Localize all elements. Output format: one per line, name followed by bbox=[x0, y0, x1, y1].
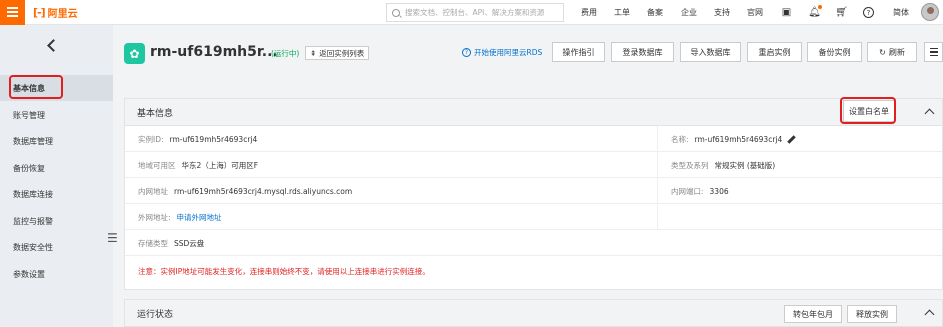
instance-id-label: 实例ID: bbox=[138, 134, 164, 144]
sidebar-item-params[interactable]: 参数设置 bbox=[0, 261, 113, 287]
search-placeholder: 搜索文档、控制台、API、解决方案和资源 bbox=[405, 8, 545, 17]
release-instance-button[interactable]: 释放实例 bbox=[847, 305, 897, 323]
logo-mark: [-] bbox=[33, 5, 46, 19]
convert-subscription-button[interactable]: 转包年包月 bbox=[784, 305, 842, 323]
refresh-button[interactable]: ↻ 刷新 bbox=[867, 42, 917, 62]
back-icon: ⇞ bbox=[310, 48, 317, 58]
internal-address-label: 内网地址 bbox=[138, 186, 168, 196]
sidebar-item-accounts[interactable]: 账号管理 bbox=[0, 102, 113, 128]
highlight-box-whitelist bbox=[840, 97, 896, 124]
back-to-list-label: 返回实例列表 bbox=[319, 48, 365, 58]
collapse-sidebar-icon[interactable]: ☰ bbox=[107, 231, 118, 245]
highlight-box-sidebar bbox=[9, 75, 63, 99]
instance-title: rm-uf619mh5r... bbox=[150, 44, 278, 60]
cart-icon[interactable]: 🛒︎ bbox=[835, 6, 848, 19]
name-value: rm-uf619mh5r4693crj4 bbox=[694, 134, 783, 144]
instance-icon: ✿ bbox=[124, 43, 145, 64]
terminal-icon[interactable]: ▣ bbox=[780, 6, 793, 19]
login-db-button[interactable]: 登录数据库 bbox=[611, 42, 674, 62]
sidebar-item-connection[interactable]: 数据库连接 bbox=[0, 181, 113, 207]
logo-text: 阿里云 bbox=[47, 8, 78, 20]
internal-port-label: 内网端口: bbox=[671, 186, 704, 196]
nav-enterprise[interactable]: 企业 bbox=[681, 0, 697, 25]
back-to-list-button[interactable]: ⇞ 返回实例列表 bbox=[305, 46, 370, 60]
internal-address-value: rm-uf619mh5r4693crj4.mysql.rds.aliyuncs.… bbox=[174, 186, 353, 196]
refresh-label: 刷新 bbox=[888, 47, 905, 57]
region-label: 地域可用区 bbox=[138, 160, 176, 170]
status-badge: (运行中) bbox=[271, 49, 300, 58]
info-row: 外网地址: 申请外网地址 bbox=[125, 204, 942, 230]
notification-dot bbox=[818, 5, 822, 9]
aliyun-logo[interactable]: [-] 阿里云 bbox=[33, 5, 78, 20]
info-row: 地域可用区 华东2（上海）可用区F 类型及系列 常规实例 (基础版) bbox=[125, 152, 942, 178]
top-bar: [-] 阿里云 搜索文档、控制台、API、解决方案和资源 费用 工单 备案 企业… bbox=[0, 0, 943, 25]
region-value: 华东2（上海）可用区F bbox=[181, 160, 259, 170]
refresh-icon: ↻ bbox=[879, 47, 886, 57]
apply-public-address-link[interactable]: 申请外网地址 bbox=[177, 212, 222, 223]
nav-official[interactable]: 官网 bbox=[747, 0, 763, 25]
nav-support[interactable]: 支持 bbox=[714, 0, 730, 25]
internal-port-value: 3306 bbox=[709, 186, 729, 196]
storage-type-value: SSD云盘 bbox=[174, 238, 205, 248]
info-row: 存储类型 SSD云盘 bbox=[125, 230, 942, 256]
help-circle-icon: ? bbox=[462, 48, 471, 57]
rds-guide-label: 开始使用阿里云RDS bbox=[474, 48, 543, 57]
language-switch[interactable]: 简体 bbox=[893, 0, 909, 25]
backup-button[interactable]: 备份实例 bbox=[807, 42, 862, 62]
menu-icon[interactable] bbox=[0, 0, 25, 25]
nav-filing[interactable]: 备案 bbox=[647, 0, 663, 25]
sidebar-item-security[interactable]: 数据安全性 bbox=[0, 234, 113, 260]
guide-button[interactable]: 操作指引 bbox=[552, 42, 605, 62]
info-row: 实例ID: rm-uf619mh5r4693crj4 名称: rm-uf619mh5… bbox=[125, 126, 942, 152]
collapse-chevron-icon[interactable] bbox=[924, 309, 935, 320]
basic-info-title: 基本信息 bbox=[137, 108, 174, 119]
sidebar-item-databases[interactable]: 数据库管理 bbox=[0, 128, 113, 154]
basic-info-panel: 基本信息 实例ID: rm-uf619mh5r4693crj4 名称: rm-uf6… bbox=[124, 98, 943, 290]
type-value: 常规实例 (基础版) bbox=[714, 160, 776, 170]
type-label: 类型及系列 bbox=[671, 160, 709, 170]
rds-guide-link[interactable]: ? 开始使用阿里云RDS bbox=[462, 47, 542, 58]
restart-button[interactable]: 重启实例 bbox=[747, 42, 802, 62]
name-label: 名称: bbox=[671, 134, 689, 144]
storage-type-label: 存储类型 bbox=[138, 238, 168, 248]
edit-pencil-icon[interactable] bbox=[787, 135, 796, 144]
info-row: 内网地址 rm-uf619mh5r4693crj4.mysql.rds.aliyu… bbox=[125, 178, 942, 204]
search-input[interactable]: 搜索文档、控制台、API、解决方案和资源 bbox=[386, 3, 564, 22]
basic-info-header: 基本信息 bbox=[125, 99, 942, 126]
back-arrow-icon[interactable] bbox=[47, 39, 60, 52]
sidebar-item-monitoring[interactable]: 监控与报警 bbox=[0, 208, 113, 234]
nav-fees[interactable]: 费用 bbox=[581, 0, 597, 25]
import-db-button[interactable]: 导入数据库 bbox=[680, 42, 741, 62]
help-icon[interactable]: ? bbox=[863, 7, 874, 18]
nav-tickets[interactable]: 工单 bbox=[614, 0, 630, 25]
collapse-chevron-icon[interactable] bbox=[924, 108, 935, 119]
layout-toggle-icon[interactable] bbox=[924, 42, 943, 62]
instance-id-value: rm-uf619mh5r4693crj4 bbox=[169, 134, 258, 144]
run-status-title: 运行状态 bbox=[137, 309, 174, 320]
public-address-label: 外网地址: bbox=[138, 212, 171, 222]
connection-warning: 注意：实例IP地址可能发生变化，连接串则始终不变，请使用以上连接串进行实例连接。 bbox=[138, 267, 430, 276]
sidebar-item-backup[interactable]: 备份恢复 bbox=[0, 155, 113, 181]
avatar[interactable] bbox=[921, 3, 939, 21]
search-icon bbox=[392, 8, 400, 17]
